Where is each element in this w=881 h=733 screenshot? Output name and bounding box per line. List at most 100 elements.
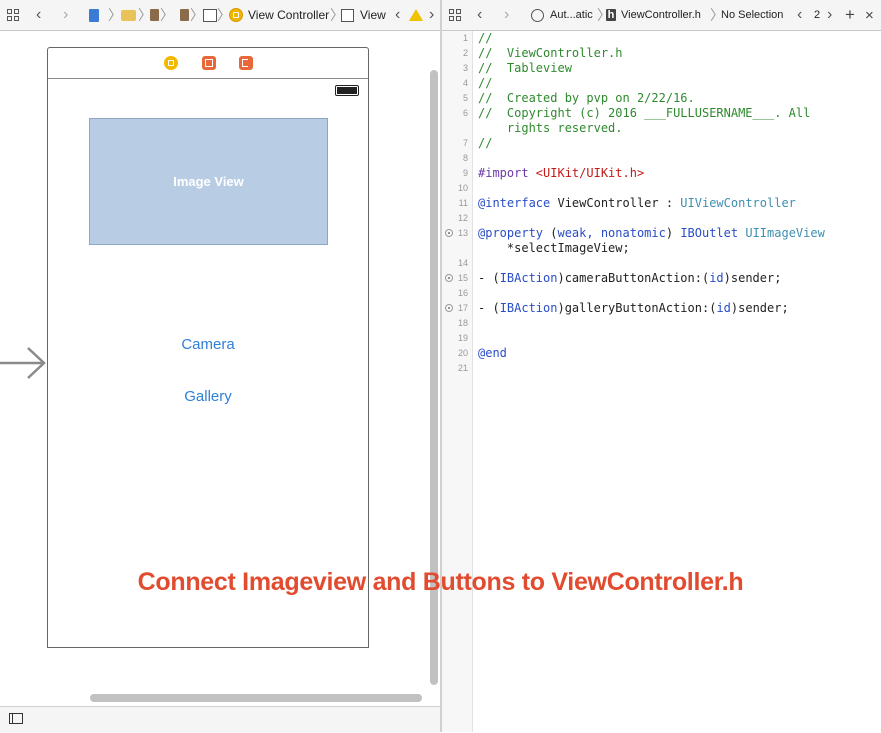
code-token: <UIKit/UIKit.h> [528, 166, 645, 180]
line-number: 9 [462, 168, 468, 178]
automatic-mode[interactable]: Aut...atic [531, 6, 593, 24]
line-number: 15 [457, 273, 468, 283]
related-items-icon[interactable] [7, 6, 19, 24]
line-number: 21 [457, 363, 468, 373]
scene-icon[interactable] [203, 6, 217, 24]
exit-icon[interactable] [239, 56, 253, 70]
right-jump-bar: ‹ › Aut...atic 〉 h ViewController.h 〉 No… [442, 0, 881, 31]
line-number: 16 [457, 288, 468, 298]
storyboard-file-icon[interactable] [180, 6, 189, 24]
code-line: 9 #import <UIKit/UIKit.h> [442, 166, 881, 181]
code-token: )galleryButtonAction:( [557, 301, 717, 315]
code-token: - ( [478, 301, 500, 315]
canvas-bottom-bar [0, 706, 440, 733]
code-line: 20 @end [442, 346, 881, 361]
code-token: @end [478, 346, 507, 360]
warning-icon[interactable] [409, 6, 423, 24]
previous-counterpart-icon[interactable]: ‹ [797, 6, 802, 24]
code-token: UIImageView [745, 226, 825, 240]
view-controller-icon [229, 8, 243, 22]
forward-icon[interactable]: › [63, 6, 68, 24]
next-issue-icon[interactable]: › [429, 6, 434, 24]
back-icon[interactable]: ‹ [477, 6, 482, 24]
storyboard-file-icon[interactable] [150, 6, 159, 24]
view-controller-scene[interactable]: Image View Camera Gallery [47, 47, 369, 648]
code-token: // Created by pvp on 2/22/16. [478, 91, 695, 105]
line-number: 6 [462, 108, 468, 118]
line-number: 14 [457, 258, 468, 268]
code-token: IBAction [499, 301, 558, 315]
code-token: #import <UIKit/UIKit.h> [478, 166, 644, 181]
back-icon[interactable]: ‹ [36, 6, 41, 24]
related-items-icon[interactable] [449, 6, 461, 24]
line-number: 8 [462, 153, 468, 163]
code-line: rights reserved. [442, 121, 881, 136]
code-token: )sender; [730, 301, 789, 315]
code-line: 3 // Tableview [442, 61, 881, 76]
line-number: 12 [457, 213, 468, 223]
code-line: 5 // Created by pvp on 2/22/16. [442, 91, 881, 106]
breadcrumb-separator: 〉 [190, 7, 204, 23]
close-editor-icon[interactable]: × [865, 6, 874, 24]
code-line: 14 [442, 256, 881, 271]
code-line: 11 @interface ViewController : UIViewCont… [442, 196, 881, 211]
line-number: 18 [457, 318, 468, 328]
panel-toggle-icon[interactable] [9, 713, 23, 724]
code-token: // [478, 76, 493, 90]
code-token: )sender; [723, 271, 782, 285]
header-file-icon: h [606, 9, 616, 21]
code-token: @property (weak, nonatomic) IBOutlet UII… [478, 226, 825, 241]
code-line: 8 [442, 151, 881, 166]
breadcrumb-selection[interactable]: No Selection [721, 6, 783, 24]
code-token: ( [543, 226, 558, 240]
image-view-label: Image View [173, 174, 244, 189]
view-controller-icon[interactable] [164, 56, 178, 70]
code-line: 15 - (IBAction)cameraButtonAction:(id)sen… [442, 271, 881, 286]
code-line: 17 - (IBAction)galleryButtonAction:(id)se… [442, 301, 881, 316]
code-token: // [478, 136, 493, 150]
breadcrumb-view-controller-label: View Controller [248, 8, 330, 22]
line-number: 19 [457, 333, 468, 343]
code-line: 12 [442, 211, 881, 226]
breadcrumb-view-label: View [360, 8, 386, 22]
code-token: id [709, 271, 724, 285]
folder-icon[interactable] [121, 6, 136, 24]
code-token: - ( [478, 271, 500, 285]
code-token: @interface ViewController : UIViewContro… [478, 196, 796, 211]
line-number: 20 [457, 348, 468, 358]
objc-file-icon[interactable] [89, 6, 99, 24]
tutorial-caption: Connect Imageview and Buttons to ViewCon… [137, 568, 744, 596]
line-number: 11 [458, 198, 468, 208]
add-editor-icon[interactable]: + [845, 5, 855, 24]
forward-icon[interactable]: › [504, 6, 509, 24]
code-line: 18 [442, 316, 881, 331]
first-responder-icon[interactable] [202, 56, 216, 70]
code-token: *selectImageView; [478, 241, 630, 255]
camera-button[interactable]: Camera [48, 336, 368, 353]
counterpart-count: 2 [814, 9, 821, 21]
code-line: 7 // [442, 136, 881, 151]
next-counterpart-icon[interactable]: › [827, 6, 832, 24]
horizontal-scrollbar[interactable] [90, 694, 422, 702]
line-number: 13 [457, 228, 468, 238]
previous-issue-icon[interactable]: ‹ [395, 6, 400, 24]
breadcrumb-view-controller[interactable]: View Controller [229, 6, 329, 24]
code-token: ViewController : [550, 196, 681, 210]
scene-dock [48, 48, 368, 79]
code-token: ) [665, 226, 681, 240]
entry-arrow-icon [0, 347, 46, 379]
battery-icon [335, 85, 359, 96]
code-token: // [478, 31, 493, 45]
line-number: 4 [462, 78, 468, 88]
code-token: id [716, 301, 731, 315]
gallery-button[interactable]: Gallery [48, 388, 368, 405]
code-token: // Tableview [478, 61, 572, 75]
line-number: 2 [462, 48, 468, 58]
breadcrumb-view[interactable]: View [341, 6, 386, 24]
code-editor[interactable]: 1 // 2 // ViewController.h 3 // Tableview 4… [442, 31, 881, 732]
image-view[interactable]: Image View [89, 118, 328, 245]
breadcrumb-file[interactable]: h ViewController.h [606, 6, 701, 24]
code-token: @property [478, 226, 544, 240]
left-jump-bar: ‹ › 〉 〉 〉 〉 〉 View Controller 〉 View ‹ › [0, 0, 440, 31]
line-number: 7 [462, 138, 468, 148]
